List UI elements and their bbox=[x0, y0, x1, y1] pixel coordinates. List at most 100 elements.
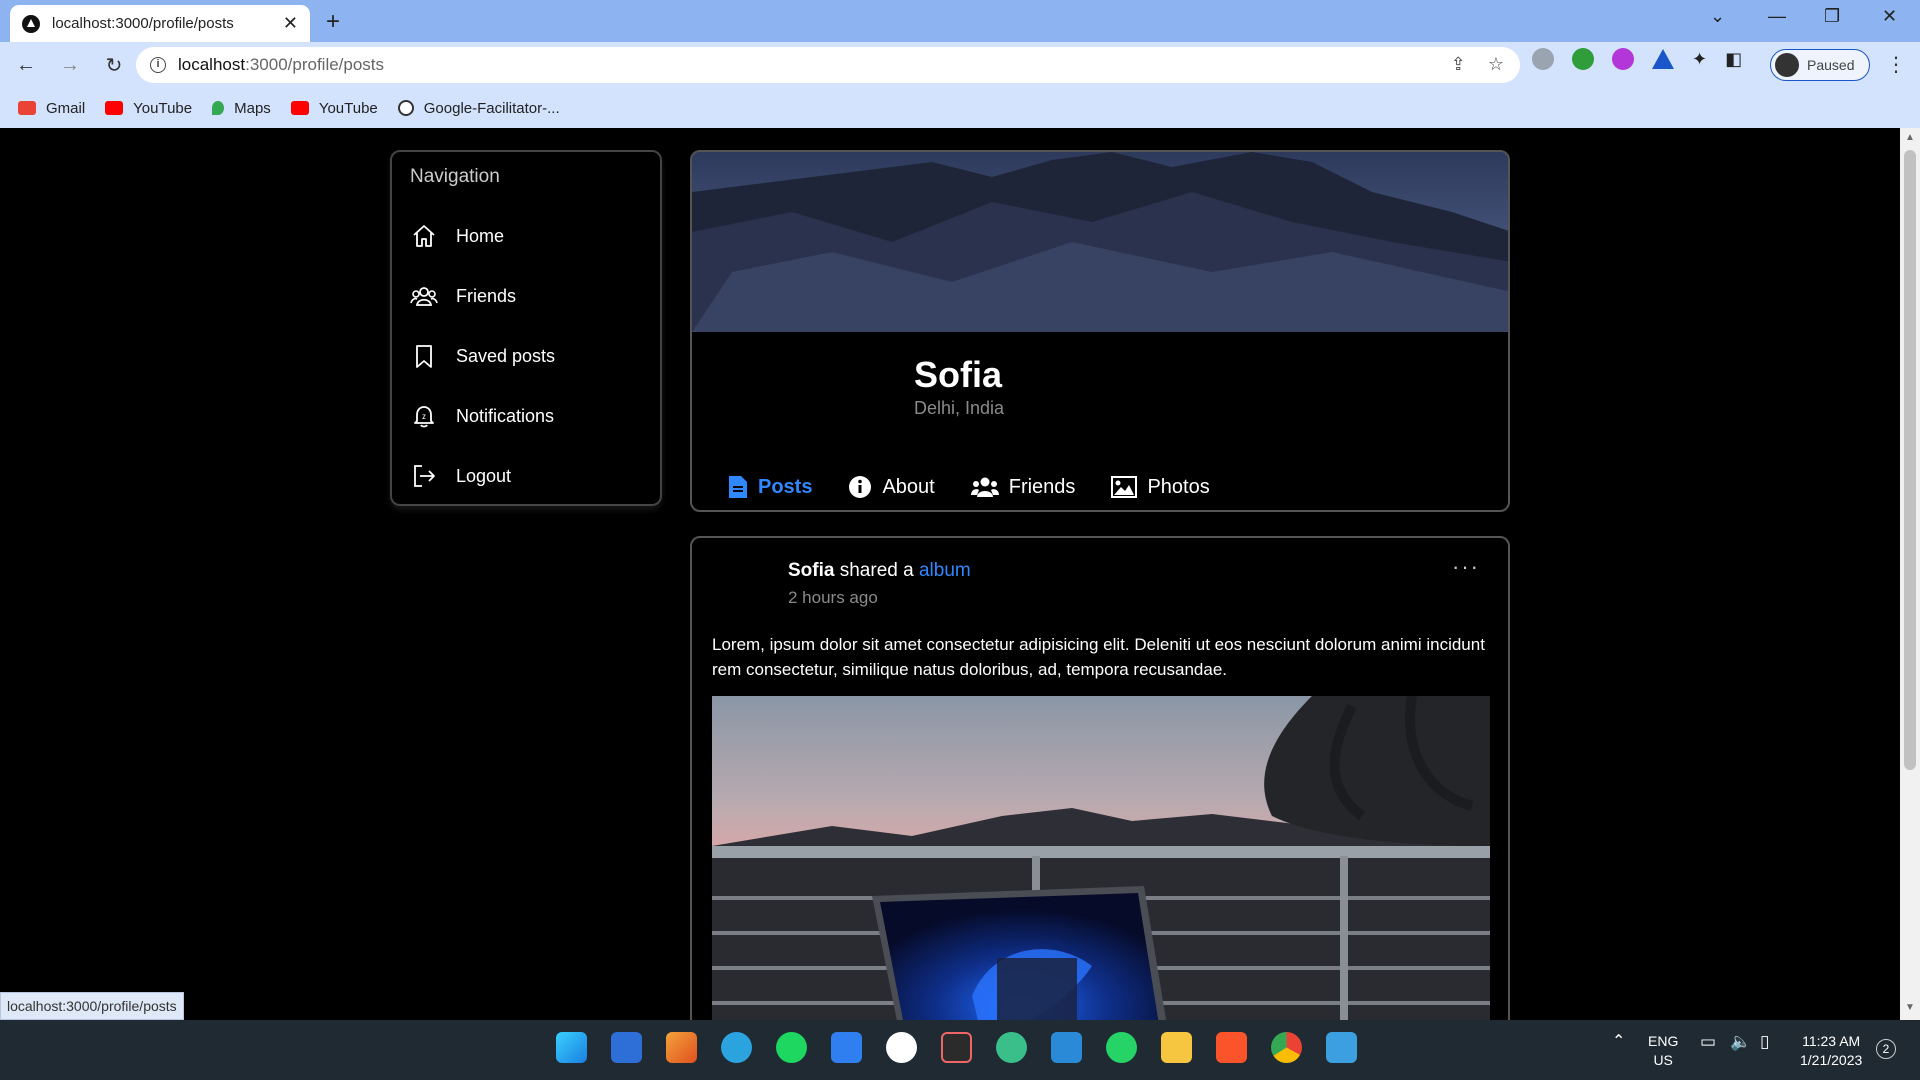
udemy-icon[interactable] bbox=[886, 1032, 917, 1063]
tab-label: Friends bbox=[1008, 475, 1076, 498]
store-icon[interactable] bbox=[611, 1032, 642, 1063]
matlab-icon[interactable] bbox=[666, 1032, 697, 1063]
extension-bug-icon[interactable] bbox=[1532, 48, 1554, 70]
post-author[interactable]: Sofia bbox=[788, 560, 834, 581]
profile-button[interactable]: Paused bbox=[1770, 49, 1870, 81]
nav-item-home[interactable]: Home bbox=[410, 206, 642, 266]
tab-title: localhost:3000/profile/posts bbox=[52, 15, 234, 32]
file-explorer-icon[interactable] bbox=[1161, 1032, 1192, 1063]
link-status-bar: localhost:3000/profile/posts bbox=[0, 992, 184, 1020]
extensions-puzzle-icon[interactable]: ✦ bbox=[1692, 49, 1707, 70]
profile-status: Paused bbox=[1807, 57, 1855, 73]
whatsapp-icon[interactable] bbox=[1106, 1032, 1137, 1063]
more-options-icon[interactable]: ··· bbox=[1452, 554, 1480, 580]
nav-item-saved-posts[interactable]: Saved posts bbox=[410, 326, 642, 386]
tab-label: About bbox=[882, 475, 935, 498]
tab-about[interactable]: About bbox=[830, 464, 952, 510]
chatgpt-icon[interactable] bbox=[996, 1032, 1027, 1063]
notification-badge[interactable]: 2 bbox=[1876, 1039, 1896, 1059]
github-icon bbox=[397, 100, 414, 116]
bookmark-label: Google-Facilitator-... bbox=[423, 99, 560, 117]
nav-item-logout[interactable]: Logout bbox=[410, 446, 642, 506]
tab-search-icon[interactable]: ⌄ bbox=[1710, 6, 1725, 27]
post-image[interactable] bbox=[712, 696, 1490, 1020]
battery-icon[interactable]: ▯ bbox=[1760, 1032, 1769, 1051]
bookmark-github[interactable]: Google-Facilitator-... bbox=[397, 99, 560, 117]
chevron-up-icon[interactable]: ⌃ bbox=[1612, 1032, 1625, 1051]
site-info-icon[interactable]: i bbox=[150, 57, 166, 73]
extension-purple-icon[interactable] bbox=[1612, 48, 1634, 70]
brave-icon[interactable] bbox=[1216, 1032, 1247, 1063]
svg-text:z: z bbox=[422, 412, 426, 421]
nav-item-friends[interactable]: Friends bbox=[410, 266, 642, 326]
navigation-panel: Navigation Home Friends Saved posts z No… bbox=[390, 150, 662, 506]
bookmark-label: YouTube bbox=[318, 99, 378, 117]
nav-item-label: Friends bbox=[456, 285, 517, 306]
post-header: Sofia shared a album bbox=[788, 560, 971, 582]
nav-item-notifications[interactable]: z Notifications bbox=[410, 386, 642, 446]
close-window-button[interactable]: ✕ bbox=[1882, 6, 1897, 27]
chrome-icon[interactable] bbox=[1271, 1032, 1302, 1063]
info-icon bbox=[849, 476, 872, 498]
extension-triangle-icon[interactable] bbox=[1652, 49, 1674, 69]
post-timestamp: 2 hours ago bbox=[788, 588, 878, 607]
logout-icon bbox=[414, 465, 435, 487]
youtube-icon bbox=[105, 101, 124, 115]
nav-item-label: Logout bbox=[456, 465, 512, 486]
tab-friends[interactable]: Friends bbox=[953, 464, 1094, 510]
telegram-icon[interactable] bbox=[721, 1032, 752, 1063]
nav-item-label: Notifications bbox=[456, 405, 555, 426]
network-icon[interactable]: ▭ bbox=[1700, 1032, 1716, 1051]
language-indicator[interactable]: ENG US bbox=[1648, 1032, 1678, 1070]
tab-posts[interactable]: Posts bbox=[710, 464, 830, 510]
maps-icon bbox=[212, 101, 225, 115]
bookmark-label: YouTube bbox=[133, 99, 193, 117]
bookmark-gmail[interactable]: Gmail bbox=[18, 100, 85, 117]
os-taskbar: ⌃ ENG US ▭ 🔈 ▯ 11:23 AM 1/21/2023 2 bbox=[0, 1020, 1920, 1080]
url-host: localhost bbox=[178, 55, 246, 74]
scroll-up-icon[interactable]: ▲ bbox=[1905, 132, 1915, 143]
minimize-button[interactable]: — bbox=[1768, 6, 1786, 27]
close-tab-icon[interactable]: ✕ bbox=[283, 13, 298, 34]
todo-icon[interactable] bbox=[831, 1032, 862, 1063]
start-icon[interactable] bbox=[556, 1032, 587, 1063]
bookmark-youtube-2[interactable]: YouTube bbox=[290, 99, 378, 117]
avatar bbox=[1775, 53, 1799, 77]
reload-button[interactable]: ↻ bbox=[96, 53, 132, 78]
tab-label: Posts bbox=[758, 475, 813, 498]
youtube-icon bbox=[290, 101, 309, 115]
share-icon[interactable]: ⇪ bbox=[1451, 54, 1466, 75]
tab-photos[interactable]: Photos bbox=[1093, 464, 1227, 510]
star-icon[interactable]: ☆ bbox=[1488, 54, 1504, 75]
notepad-icon[interactable] bbox=[1326, 1032, 1357, 1063]
scroll-thumb[interactable] bbox=[1904, 150, 1916, 770]
bookmark-label: Gmail bbox=[46, 99, 86, 117]
volume-icon[interactable]: 🔈 bbox=[1730, 1032, 1751, 1051]
profile-tabs: Posts About Friends Photos bbox=[710, 464, 1240, 510]
clock-time: 11:23 AM bbox=[1802, 1033, 1861, 1049]
new-tab-button[interactable]: + bbox=[326, 8, 340, 36]
image-icon bbox=[1111, 476, 1138, 498]
browser-menu-icon[interactable]: ⋮ bbox=[1886, 52, 1906, 77]
spotify-icon[interactable] bbox=[776, 1032, 807, 1063]
scroll-down-icon[interactable]: ▼ bbox=[1905, 1002, 1915, 1013]
extension-html-icon[interactable] bbox=[1572, 48, 1594, 70]
bookmark-youtube[interactable]: YouTube bbox=[105, 100, 192, 117]
browser-tabbar: localhost:3000/profile/posts ✕ + ⌄ — ❐ ✕ bbox=[0, 0, 1920, 42]
side-panel-icon[interactable]: ◧ bbox=[1725, 49, 1742, 70]
restore-button[interactable]: ❐ bbox=[1824, 6, 1840, 27]
cover-photo bbox=[692, 152, 1508, 332]
back-button[interactable]: ← bbox=[8, 54, 44, 77]
gmail-icon bbox=[18, 101, 36, 115]
album-link[interactable]: album bbox=[919, 560, 971, 581]
forward-button[interactable]: → bbox=[52, 54, 88, 77]
terminal-icon[interactable] bbox=[941, 1032, 972, 1063]
bookmark-label: Maps bbox=[234, 99, 271, 117]
browser-tab[interactable]: localhost:3000/profile/posts ✕ bbox=[10, 5, 310, 42]
clock-date: 1/21/2023 bbox=[1800, 1052, 1863, 1068]
vscode-icon[interactable] bbox=[1051, 1032, 1082, 1063]
bookmark-maps[interactable]: Maps bbox=[212, 100, 271, 117]
page-scrollbar[interactable]: ▲ ▼ bbox=[1900, 128, 1920, 1020]
address-bar[interactable]: i localhost:3000/profile/posts ⇪ ☆ bbox=[136, 47, 1520, 83]
clock[interactable]: 11:23 AM 1/21/2023 bbox=[1800, 1032, 1862, 1070]
